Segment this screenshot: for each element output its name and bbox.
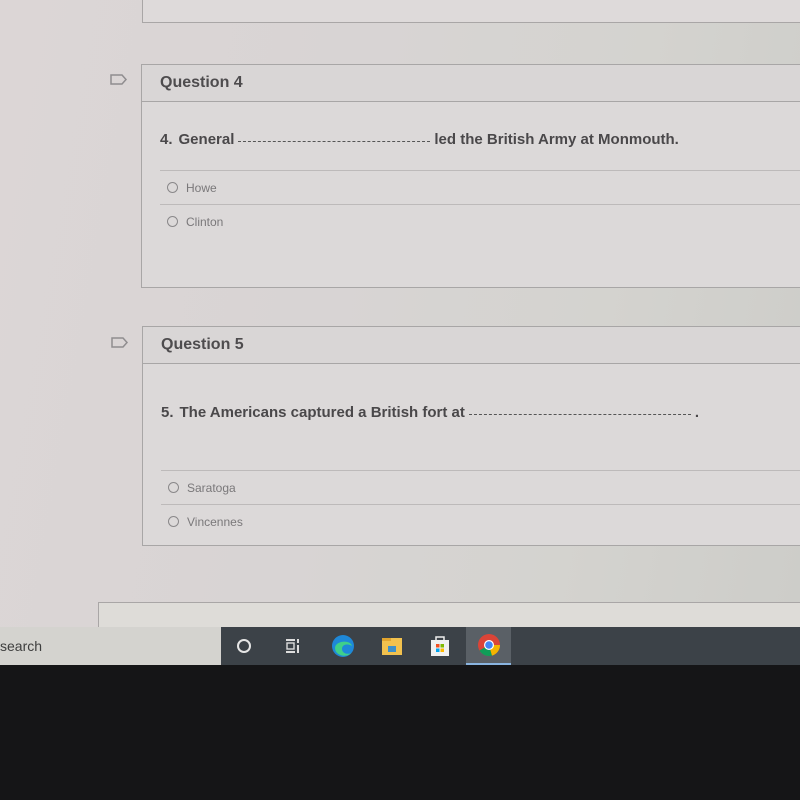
chrome-icon[interactable] xyxy=(466,627,511,665)
flag-icon[interactable] xyxy=(111,337,128,348)
question-title: Question 5 xyxy=(161,336,244,353)
task-view-icon[interactable] xyxy=(272,627,312,665)
answer-blank xyxy=(468,413,691,415)
search-label: search xyxy=(0,638,43,654)
radio-button[interactable] xyxy=(167,182,178,193)
question-header: Question 4 xyxy=(142,65,800,102)
question-text-after: led the British Army at Monmouth. xyxy=(434,130,679,148)
question-text: 4. General led the British Army at Monmo… xyxy=(160,102,800,170)
question-text-before: The Americans captured a British fort at xyxy=(179,403,465,421)
taskbar-search[interactable]: search xyxy=(0,627,221,665)
option-label: Saratoga xyxy=(187,480,236,495)
option-vincennes[interactable]: Vincennes xyxy=(161,504,800,538)
question-number: 4. xyxy=(160,130,173,148)
radio-button[interactable] xyxy=(167,216,178,227)
flag-icon[interactable] xyxy=(110,74,127,85)
cortana-icon[interactable] xyxy=(224,627,264,665)
file-explorer-icon[interactable] xyxy=(372,627,412,665)
answer-blank xyxy=(238,140,431,142)
previous-question-card xyxy=(142,0,800,23)
option-clinton[interactable]: Clinton xyxy=(160,204,800,238)
radio-button[interactable] xyxy=(168,482,179,493)
question-card: Question 5 5. The Americans captured a B… xyxy=(142,326,800,546)
edge-icon[interactable] xyxy=(323,627,363,665)
question-text-after: . xyxy=(694,403,700,421)
question-title: Question 4 xyxy=(160,74,243,91)
question-text-before: General xyxy=(178,130,235,148)
option-howe[interactable]: Howe xyxy=(160,170,800,204)
question-card: Question 4 4. General led the British Ar… xyxy=(141,64,800,288)
option-label: Vincennes xyxy=(187,514,243,529)
monitor-bezel xyxy=(0,665,800,800)
option-label: Clinton xyxy=(186,214,224,229)
option-saratoga[interactable]: Saratoga xyxy=(161,470,800,504)
store-icon[interactable] xyxy=(420,627,460,665)
question-text: 5. The Americans captured a British fort… xyxy=(161,364,800,470)
screen: Question 4 4. General led the British Ar… xyxy=(0,0,800,644)
radio-button[interactable] xyxy=(168,516,179,527)
option-label: Howe xyxy=(186,180,217,195)
question-number: 5. xyxy=(161,403,174,421)
question-header: Question 5 xyxy=(143,327,800,364)
taskbar: search xyxy=(0,627,800,665)
